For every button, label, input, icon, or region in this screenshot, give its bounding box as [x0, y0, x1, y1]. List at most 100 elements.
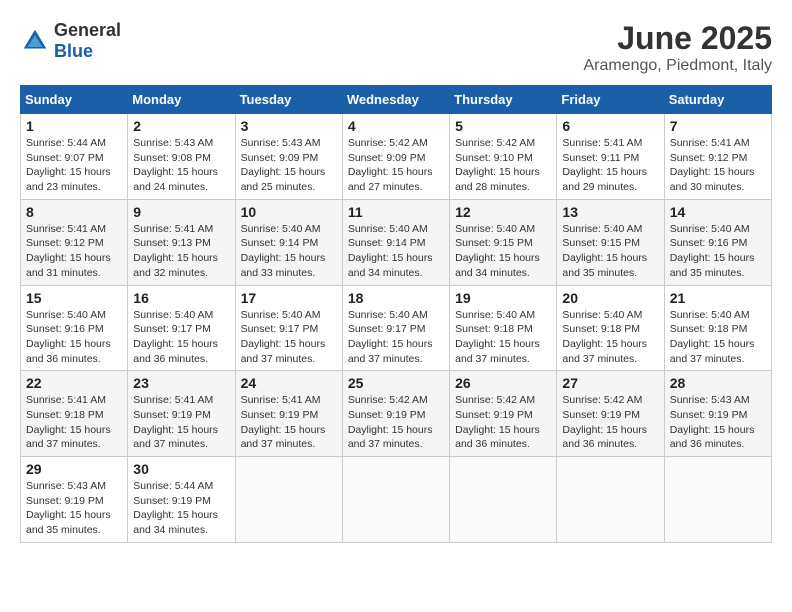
- calendar-day-cell: 27 Sunrise: 5:42 AM Sunset: 9:19 PM Dayl…: [557, 371, 664, 457]
- day-info: Sunrise: 5:40 AM Sunset: 9:17 PM Dayligh…: [348, 308, 444, 367]
- day-number: 23: [133, 375, 229, 391]
- day-number: 21: [670, 290, 766, 306]
- calendar-day-cell: 21 Sunrise: 5:40 AM Sunset: 9:18 PM Dayl…: [664, 285, 771, 371]
- calendar-day-cell: 3 Sunrise: 5:43 AM Sunset: 9:09 PM Dayli…: [235, 114, 342, 200]
- day-info: Sunrise: 5:41 AM Sunset: 9:19 PM Dayligh…: [241, 393, 337, 452]
- calendar-week-row: 8 Sunrise: 5:41 AM Sunset: 9:12 PM Dayli…: [21, 199, 772, 285]
- day-info: Sunrise: 5:40 AM Sunset: 9:14 PM Dayligh…: [348, 222, 444, 281]
- calendar-day-cell: [450, 457, 557, 543]
- day-info: Sunrise: 5:42 AM Sunset: 9:19 PM Dayligh…: [562, 393, 658, 452]
- calendar-week-row: 15 Sunrise: 5:40 AM Sunset: 9:16 PM Dayl…: [21, 285, 772, 371]
- calendar-day-cell: 28 Sunrise: 5:43 AM Sunset: 9:19 PM Dayl…: [664, 371, 771, 457]
- day-number: 19: [455, 290, 551, 306]
- calendar-day-cell: [557, 457, 664, 543]
- day-info: Sunrise: 5:40 AM Sunset: 9:17 PM Dayligh…: [133, 308, 229, 367]
- weekday-header-cell: Thursday: [450, 86, 557, 114]
- day-info: Sunrise: 5:43 AM Sunset: 9:19 PM Dayligh…: [26, 479, 122, 538]
- day-info: Sunrise: 5:43 AM Sunset: 9:19 PM Dayligh…: [670, 393, 766, 452]
- weekday-header-cell: Tuesday: [235, 86, 342, 114]
- logo-blue-text: Blue: [54, 41, 93, 61]
- calendar-day-cell: 25 Sunrise: 5:42 AM Sunset: 9:19 PM Dayl…: [342, 371, 449, 457]
- weekday-header-cell: Saturday: [664, 86, 771, 114]
- calendar-day-cell: [235, 457, 342, 543]
- day-number: 30: [133, 461, 229, 477]
- calendar-day-cell: [664, 457, 771, 543]
- day-info: Sunrise: 5:40 AM Sunset: 9:18 PM Dayligh…: [455, 308, 551, 367]
- calendar-day-cell: 23 Sunrise: 5:41 AM Sunset: 9:19 PM Dayl…: [128, 371, 235, 457]
- calendar-day-cell: 16 Sunrise: 5:40 AM Sunset: 9:17 PM Dayl…: [128, 285, 235, 371]
- day-info: Sunrise: 5:44 AM Sunset: 9:07 PM Dayligh…: [26, 136, 122, 195]
- calendar-day-cell: 22 Sunrise: 5:41 AM Sunset: 9:18 PM Dayl…: [21, 371, 128, 457]
- day-info: Sunrise: 5:40 AM Sunset: 9:15 PM Dayligh…: [562, 222, 658, 281]
- day-number: 26: [455, 375, 551, 391]
- calendar-day-cell: 20 Sunrise: 5:40 AM Sunset: 9:18 PM Dayl…: [557, 285, 664, 371]
- calendar-day-cell: 6 Sunrise: 5:41 AM Sunset: 9:11 PM Dayli…: [557, 114, 664, 200]
- day-number: 7: [670, 118, 766, 134]
- day-number: 9: [133, 204, 229, 220]
- day-number: 2: [133, 118, 229, 134]
- calendar-day-cell: 9 Sunrise: 5:41 AM Sunset: 9:13 PM Dayli…: [128, 199, 235, 285]
- calendar-day-cell: 15 Sunrise: 5:40 AM Sunset: 9:16 PM Dayl…: [21, 285, 128, 371]
- calendar-day-cell: 4 Sunrise: 5:42 AM Sunset: 9:09 PM Dayli…: [342, 114, 449, 200]
- calendar-day-cell: 24 Sunrise: 5:41 AM Sunset: 9:19 PM Dayl…: [235, 371, 342, 457]
- calendar-day-cell: 19 Sunrise: 5:40 AM Sunset: 9:18 PM Dayl…: [450, 285, 557, 371]
- day-info: Sunrise: 5:40 AM Sunset: 9:18 PM Dayligh…: [562, 308, 658, 367]
- day-info: Sunrise: 5:40 AM Sunset: 9:17 PM Dayligh…: [241, 308, 337, 367]
- day-number: 28: [670, 375, 766, 391]
- day-number: 18: [348, 290, 444, 306]
- calendar-day-cell: 17 Sunrise: 5:40 AM Sunset: 9:17 PM Dayl…: [235, 285, 342, 371]
- day-info: Sunrise: 5:41 AM Sunset: 9:12 PM Dayligh…: [670, 136, 766, 195]
- calendar-week-row: 1 Sunrise: 5:44 AM Sunset: 9:07 PM Dayli…: [21, 114, 772, 200]
- day-number: 8: [26, 204, 122, 220]
- day-number: 6: [562, 118, 658, 134]
- calendar-day-cell: 18 Sunrise: 5:40 AM Sunset: 9:17 PM Dayl…: [342, 285, 449, 371]
- calendar-day-cell: 8 Sunrise: 5:41 AM Sunset: 9:12 PM Dayli…: [21, 199, 128, 285]
- day-number: 11: [348, 204, 444, 220]
- calendar-day-cell: 26 Sunrise: 5:42 AM Sunset: 9:19 PM Dayl…: [450, 371, 557, 457]
- calendar-day-cell: 5 Sunrise: 5:42 AM Sunset: 9:10 PM Dayli…: [450, 114, 557, 200]
- day-number: 1: [26, 118, 122, 134]
- day-info: Sunrise: 5:42 AM Sunset: 9:10 PM Dayligh…: [455, 136, 551, 195]
- weekday-header-cell: Friday: [557, 86, 664, 114]
- weekday-header-cell: Sunday: [21, 86, 128, 114]
- day-number: 17: [241, 290, 337, 306]
- day-number: 25: [348, 375, 444, 391]
- calendar-week-row: 22 Sunrise: 5:41 AM Sunset: 9:18 PM Dayl…: [21, 371, 772, 457]
- day-info: Sunrise: 5:41 AM Sunset: 9:12 PM Dayligh…: [26, 222, 122, 281]
- day-number: 22: [26, 375, 122, 391]
- header: General Blue June 2025 Aramengo, Piedmon…: [20, 20, 772, 75]
- calendar-day-cell: 10 Sunrise: 5:40 AM Sunset: 9:14 PM Dayl…: [235, 199, 342, 285]
- title-area: June 2025 Aramengo, Piedmont, Italy: [583, 20, 772, 75]
- calendar-day-cell: 14 Sunrise: 5:40 AM Sunset: 9:16 PM Dayl…: [664, 199, 771, 285]
- day-number: 15: [26, 290, 122, 306]
- day-info: Sunrise: 5:41 AM Sunset: 9:13 PM Dayligh…: [133, 222, 229, 281]
- calendar-day-cell: 2 Sunrise: 5:43 AM Sunset: 9:08 PM Dayli…: [128, 114, 235, 200]
- calendar-day-cell: 29 Sunrise: 5:43 AM Sunset: 9:19 PM Dayl…: [21, 457, 128, 543]
- day-number: 20: [562, 290, 658, 306]
- calendar-day-cell: 7 Sunrise: 5:41 AM Sunset: 9:12 PM Dayli…: [664, 114, 771, 200]
- calendar-day-cell: 30 Sunrise: 5:44 AM Sunset: 9:19 PM Dayl…: [128, 457, 235, 543]
- calendar-day-cell: 13 Sunrise: 5:40 AM Sunset: 9:15 PM Dayl…: [557, 199, 664, 285]
- calendar-day-cell: 11 Sunrise: 5:40 AM Sunset: 9:14 PM Dayl…: [342, 199, 449, 285]
- day-info: Sunrise: 5:42 AM Sunset: 9:19 PM Dayligh…: [348, 393, 444, 452]
- calendar-table: SundayMondayTuesdayWednesdayThursdayFrid…: [20, 85, 772, 543]
- day-number: 10: [241, 204, 337, 220]
- day-number: 16: [133, 290, 229, 306]
- calendar-body: 1 Sunrise: 5:44 AM Sunset: 9:07 PM Dayli…: [21, 114, 772, 543]
- calendar-day-cell: 12 Sunrise: 5:40 AM Sunset: 9:15 PM Dayl…: [450, 199, 557, 285]
- day-info: Sunrise: 5:41 AM Sunset: 9:18 PM Dayligh…: [26, 393, 122, 452]
- day-number: 4: [348, 118, 444, 134]
- day-number: 27: [562, 375, 658, 391]
- logo: General Blue: [20, 20, 121, 62]
- day-info: Sunrise: 5:42 AM Sunset: 9:19 PM Dayligh…: [455, 393, 551, 452]
- day-info: Sunrise: 5:40 AM Sunset: 9:15 PM Dayligh…: [455, 222, 551, 281]
- day-number: 24: [241, 375, 337, 391]
- day-info: Sunrise: 5:40 AM Sunset: 9:14 PM Dayligh…: [241, 222, 337, 281]
- day-info: Sunrise: 5:42 AM Sunset: 9:09 PM Dayligh…: [348, 136, 444, 195]
- day-info: Sunrise: 5:43 AM Sunset: 9:08 PM Dayligh…: [133, 136, 229, 195]
- day-info: Sunrise: 5:41 AM Sunset: 9:11 PM Dayligh…: [562, 136, 658, 195]
- day-info: Sunrise: 5:44 AM Sunset: 9:19 PM Dayligh…: [133, 479, 229, 538]
- day-info: Sunrise: 5:40 AM Sunset: 9:16 PM Dayligh…: [670, 222, 766, 281]
- day-number: 5: [455, 118, 551, 134]
- month-year-title: June 2025: [583, 20, 772, 57]
